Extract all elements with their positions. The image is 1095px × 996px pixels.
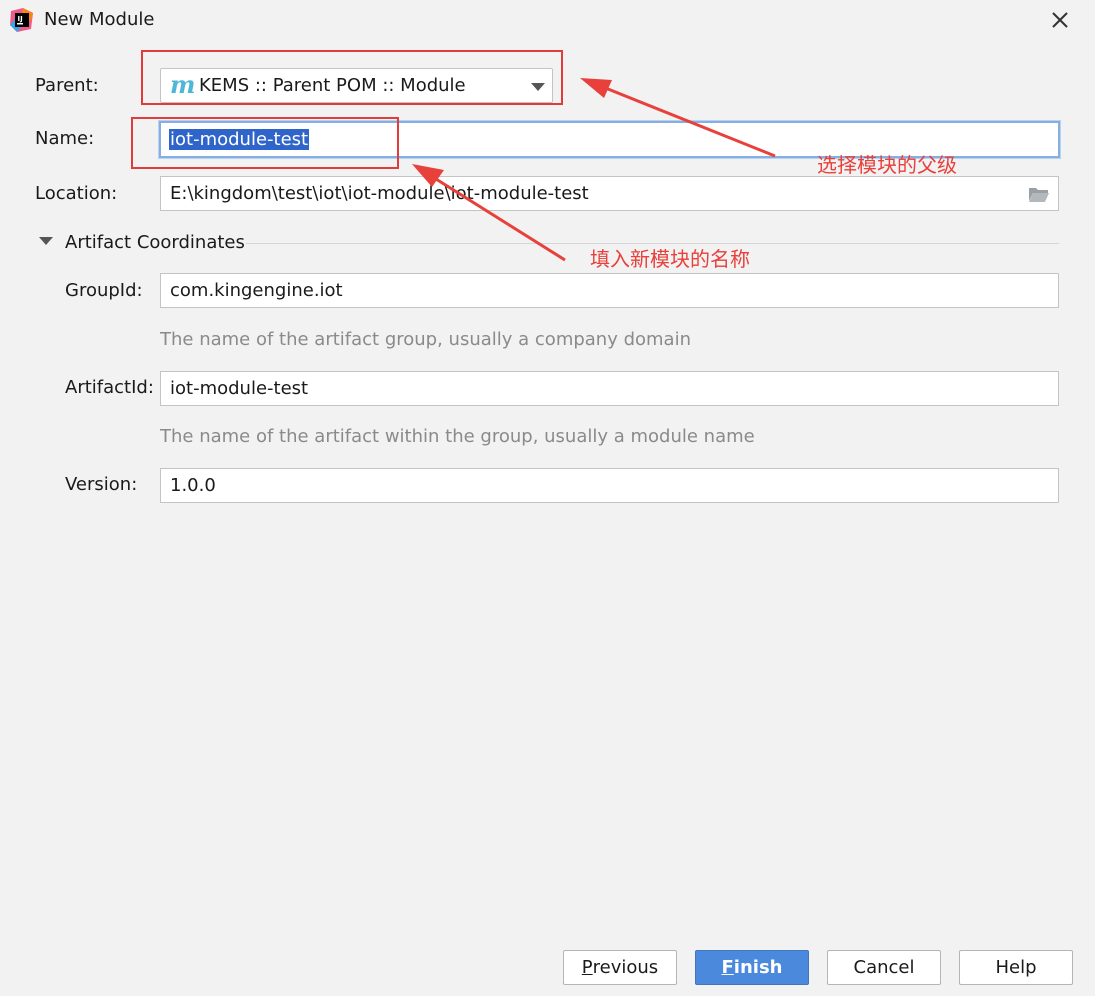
artifact-section-title[interactable]: Artifact Coordinates — [65, 232, 245, 254]
name-label: Name: — [35, 128, 95, 149]
groupid-value: com.kingengine.iot — [170, 280, 343, 301]
cancel-button[interactable]: Cancel — [827, 950, 941, 985]
annotation-name-note: 填入新模块的名称 — [590, 247, 750, 271]
finish-button[interactable]: Finish — [695, 950, 809, 985]
help-button[interactable]: Help — [959, 950, 1073, 985]
finish-label: inish — [733, 957, 783, 978]
annotation-box-parent — [141, 50, 563, 105]
groupid-input[interactable]: com.kingengine.iot — [160, 273, 1059, 308]
previous-label: revious — [592, 957, 659, 978]
location-value: E:\kingdom\test\iot\iot-module\iot-modul… — [170, 183, 589, 204]
artifactid-hint: The name of the artifact within the grou… — [160, 426, 755, 447]
title-bar: IJ New Module — [0, 0, 1095, 40]
artifactid-label: ArtifactId: — [65, 377, 154, 398]
groupid-hint: The name of the artifact group, usually … — [160, 329, 691, 350]
artifactid-value: iot-module-test — [170, 378, 309, 399]
window-title: New Module — [44, 9, 155, 30]
folder-open-icon[interactable] — [1028, 185, 1050, 203]
svg-text:IJ: IJ — [18, 15, 23, 23]
collapse-triangle-icon[interactable] — [39, 237, 53, 245]
version-input[interactable]: 1.0.0 — [160, 468, 1059, 503]
section-divider — [246, 243, 1059, 244]
version-value: 1.0.0 — [170, 475, 216, 496]
annotation-parent-note: 选择模块的父级 — [817, 153, 957, 177]
finish-mnemonic: F — [721, 957, 734, 978]
version-label: Version: — [65, 474, 138, 495]
intellij-app-icon: IJ — [10, 8, 33, 32]
location-input[interactable]: E:\kingdom\test\iot\iot-module\iot-modul… — [160, 176, 1059, 211]
artifactid-input[interactable]: iot-module-test — [160, 371, 1059, 406]
annotation-box-name — [131, 117, 399, 169]
groupid-label: GroupId: — [65, 280, 143, 301]
previous-button[interactable]: Previous — [563, 950, 677, 985]
parent-label: Parent: — [35, 75, 99, 96]
previous-mnemonic: P — [581, 957, 593, 978]
close-icon[interactable] — [1046, 6, 1074, 34]
location-label: Location: — [35, 183, 118, 204]
